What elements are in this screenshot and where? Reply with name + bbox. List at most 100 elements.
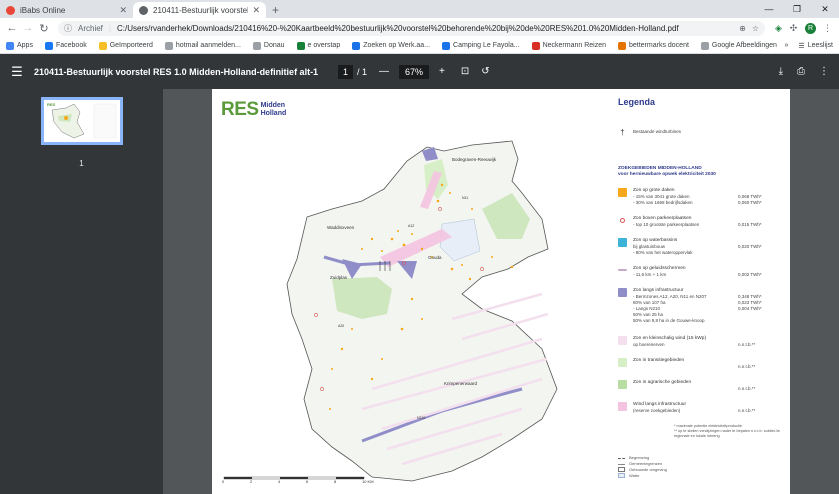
bookmark-item[interactable]: Geïmporteerd [98,41,153,50]
legend-text: Zon en kleinschalig wind (15 kWp) op boer… [633,336,707,347]
profile-avatar[interactable]: R [805,22,816,34]
bookmark-item[interactable]: Camping Le Fayola... [442,41,520,50]
menu-dots-icon[interactable]: ⋮ [820,23,835,34]
ibabs-favicon-icon [6,5,15,15]
legend-swatch [618,380,627,389]
label-waddinxveen: Waddinxveen [327,225,355,230]
bookmark-item[interactable]: Google Afbeeldingen [700,41,777,50]
bookmark-favicon-icon [442,41,451,50]
legend-swatch [618,402,627,411]
pdf-title: 210411-Bestuurlijk voorstel RES 1.0 Midd… [34,66,319,77]
print-icon[interactable]: ⎙ [797,66,805,77]
legend-value: 0,020 TWh* [738,244,762,249]
pdf-viewer[interactable]: Bodegraven-Reeuwijk Waddinxveen Gouda Zu… [163,89,839,494]
zoom-out-icon[interactable]: — [379,66,389,77]
legend-item: Zon in transitiegebieden n.n.t.b.** [618,358,780,370]
minimize-icon[interactable]: — [755,0,783,18]
thumbnail-sidebar: RES 1 [0,89,163,494]
label-bodegraven: Bodegraven-Reeuwijk [452,157,497,162]
bookmark-item[interactable]: Zoeken op Werk.aa... [352,41,431,50]
rotate-icon[interactable]: ↺ [481,66,489,77]
url-text[interactable]: C:/Users/rvanderhek/Downloads/210416%20-… [117,24,733,33]
bookmark-label: bettermarks docent [628,42,689,49]
legend-value: n.n.t.b.** [738,408,756,413]
more-options-icon[interactable]: ⋮ [819,66,829,77]
legend-swatch [618,288,627,297]
bookmark-item[interactable]: bettermarks docent [617,41,689,50]
base-legend-swatch [618,473,625,478]
bookmark-favicon-icon [617,41,626,50]
bookmark-item[interactable]: Donau [252,41,285,50]
legend-item: Zon langs infrastructuur - Bermzones A12,… [618,288,780,324]
page-thumbnail[interactable]: RES [41,97,123,145]
star-icon[interactable]: ☆ [752,24,759,33]
bookmark-label: Zoeken op Werk.aa... [363,42,431,49]
fit-page-icon[interactable]: ⊡ [461,66,469,77]
info-icon[interactable]: ⓘ [64,23,72,34]
bookmark-label: Camping Le Fayola... [453,42,520,49]
scale-label: 2 [250,479,253,484]
zoom-in-icon[interactable]: + [439,66,445,77]
legend-swatch [618,269,627,271]
bookmarks-bar: Apps Facebook Geïmporteerd hotmail aanmelde… [0,38,839,54]
restore-icon[interactable]: ❐ [783,0,811,18]
legend-text: Wind langs infrastructuur (reserve zoekge… [633,402,687,413]
bookmark-item[interactable]: Neckermann Reizen [531,41,606,50]
new-tab-button[interactable]: + [272,2,279,18]
label-krimpenerwaard: Krimpenerwaard [444,381,478,386]
bookmark-item[interactable]: Apps [6,41,33,50]
page-number-input[interactable]: 1 [338,64,354,79]
address-separator: | [108,23,111,33]
bookmark-favicon-icon [164,41,173,50]
reload-icon[interactable]: ↻ [36,22,52,35]
bookmark-label: Donau [263,42,285,49]
tab-title: iBabs Online [20,5,66,15]
label-n210: N210 [417,416,425,420]
bookmark-label: Apps [17,42,33,49]
bookmark-item[interactable]: e overstap [296,41,341,50]
bookmark-label: Neckermann Reizen [542,42,606,49]
address-bar[interactable]: ⓘ Archief | C:/Users/rvanderhek/Download… [58,20,765,36]
forward-icon[interactable]: → [20,22,36,34]
legend-value: 0,015 TWh* [738,222,762,227]
legend-value: n.n.t.b.** [738,386,756,391]
tab-pdf[interactable]: 210411-Bestuurlijk voorstel RES ✕ [133,2,266,18]
more-bookmarks-button[interactable]: » [785,42,789,49]
puzzle-icon[interactable]: ✣ [786,23,801,34]
thumbnail-number: 1 [79,159,84,168]
thumbnail-map-image: RES [47,102,117,139]
reading-list-icon[interactable]: ☰ [798,42,804,50]
close-tab-icon[interactable]: ✕ [119,5,127,16]
bookmark-item[interactable]: hotmail aanmelden... [164,41,241,50]
scale-label: 6 [306,479,309,484]
legend-title: Legenda [618,97,656,107]
legend-item: Zon in agrarische gebieden n.n.t.b.** [618,380,780,392]
back-icon[interactable]: ← [4,22,20,34]
bookmark-favicon-icon [531,41,540,50]
extension-icon[interactable]: ◈ [771,23,786,34]
tab-ibabs[interactable]: iBabs Online ✕ [0,2,133,18]
reading-list-button[interactable]: Leeslijst [808,42,833,49]
legend-text: Zon in transitiegebieden [633,358,685,363]
pdf-page: Bodegraven-Reeuwijk Waddinxveen Gouda Zu… [212,89,790,494]
bookmark-label: Facebook [55,42,87,49]
window-controls: — ❐ ✕ [755,0,839,18]
menu-icon[interactable]: ☰ [0,64,34,80]
bookmark-label: e overstap [307,42,341,49]
scale-label: 8 [334,479,337,484]
legend-swatch [618,336,627,345]
close-window-icon[interactable]: ✕ [811,0,839,18]
legend-value: n.n.t.b.** [738,342,756,347]
legend-swatch [620,218,625,223]
pdf-actions: ⤓ ⎙ ⋮ [765,66,829,77]
label-gouda: Gouda [428,255,442,260]
legend-value: 0,068 TWh* 0,060 TWh* [738,194,762,205]
close-tab-icon[interactable]: ✕ [252,5,260,16]
region-boundary [286,140,558,482]
bookmark-item[interactable]: Facebook [44,41,87,50]
turbine-icon: † [620,128,625,137]
download-icon[interactable]: ⤓ [779,66,783,77]
zoom-input[interactable]: 67% [399,64,430,79]
label-a12: A12 [408,224,414,228]
zoom-icon[interactable]: ⊕ [739,24,746,33]
